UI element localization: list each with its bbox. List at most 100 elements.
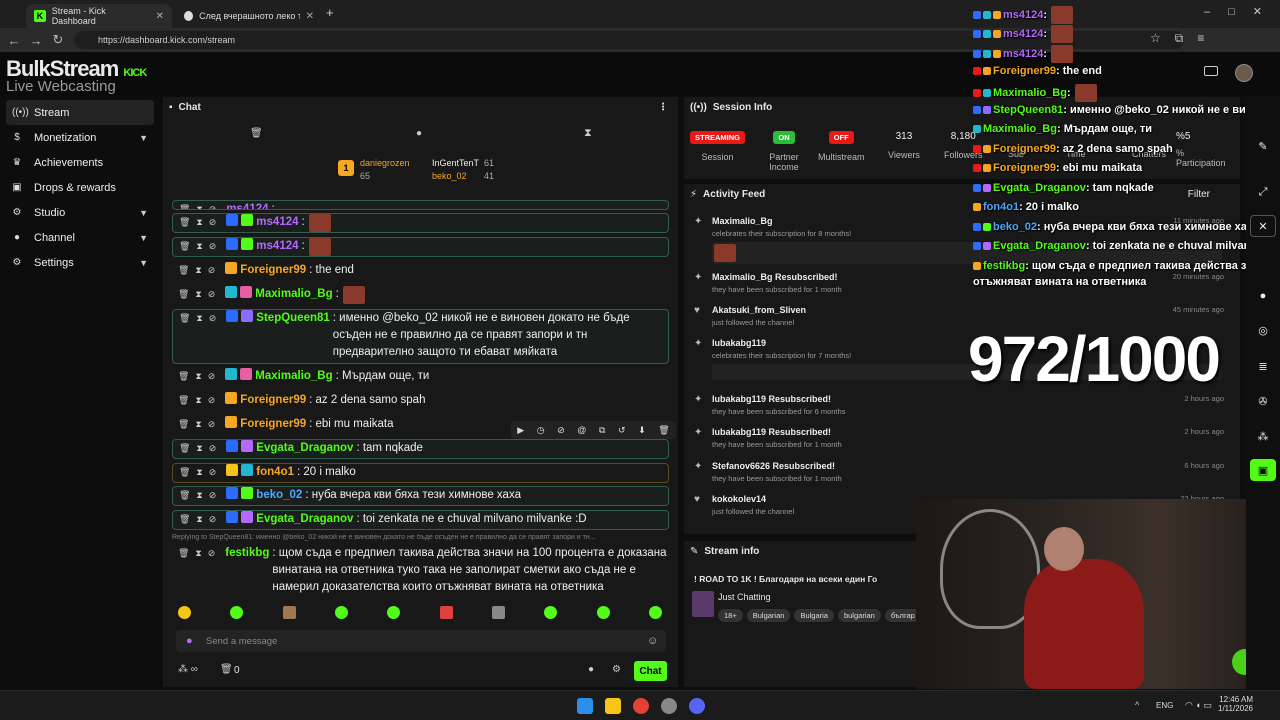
mod-actions-icon[interactable]: 🗑⧗⊘: [178, 368, 221, 385]
broadcast-icon[interactable]: ◎: [1250, 319, 1276, 341]
chat-message[interactable]: 🗑⧗⊘ ms4124:: [172, 200, 669, 210]
chat-message[interactable]: 🗑⧗⊘ StepQueen81: именно @beko_02 никой не…: [172, 309, 669, 364]
obs-icon[interactable]: [661, 698, 677, 714]
mod-actions-icon[interactable]: 🗑⧗⊘: [178, 286, 221, 303]
send-chat-button[interactable]: Chat: [634, 661, 667, 681]
mod-actions-icon[interactable]: 🗑⧗⊘: [178, 262, 221, 279]
expand-icon[interactable]: ⤢: [1250, 181, 1276, 203]
chat-username[interactable]: festikbg: [225, 545, 269, 562]
emote-icon[interactable]: [230, 606, 244, 619]
mod-actions-icon[interactable]: 🗑⧗⊘: [179, 201, 222, 209]
edit-icon[interactable]: ✎: [1250, 135, 1276, 157]
emote-icon[interactable]: [491, 606, 505, 619]
chat-message[interactable]: 🗑⧗⊘ festikbg: щом съда е предпиел такива …: [172, 545, 669, 596]
sidebar-item-stream[interactable]: ((•)) Stream: [6, 100, 154, 125]
chat-username[interactable]: Foreigner99: [240, 392, 306, 409]
discord-icon[interactable]: [689, 698, 705, 714]
mod-actions-icon[interactable]: 🗑⧗⊘: [179, 487, 222, 504]
clock-icon[interactable]: ◷: [537, 425, 545, 436]
new-tab-icon[interactable]: +: [326, 5, 334, 20]
sidebar-item-studio[interactable]: ⚙ Studio ▼: [0, 200, 160, 225]
gear-icon[interactable]: ⚙: [612, 664, 621, 675]
trash-icon[interactable]: 🗑: [220, 664, 233, 675]
close-icon[interactable]: ✕: [1250, 215, 1276, 237]
chat-username[interactable]: ms4124: [256, 214, 298, 231]
chat-bubble-icon[interactable]: ●: [416, 128, 422, 139]
mod-actions-icon[interactable]: 🗑⧗⊘: [179, 511, 222, 528]
emote-icon[interactable]: [648, 606, 662, 619]
at-icon[interactable]: @: [577, 425, 586, 435]
windows-start-icon[interactable]: [577, 698, 593, 714]
wrench-icon[interactable]: ✇: [1250, 390, 1276, 412]
emote-icon[interactable]: [439, 606, 453, 619]
mod-actions-icon[interactable]: 🗑⧗⊘: [179, 214, 222, 231]
more-icon[interactable]: ⋮: [658, 102, 668, 113]
chat-username[interactable]: Foreigner99: [240, 262, 306, 279]
back-icon[interactable]: ←: [3, 33, 25, 48]
chevron-up-icon[interactable]: ^: [1135, 700, 1139, 710]
emote-icon[interactable]: [178, 606, 191, 619]
chat-message[interactable]: 🗑⧗⊘ Foreigner99: az 2 dena samo spah: [172, 392, 669, 409]
chat-username[interactable]: Maximalio_Bg: [255, 286, 332, 303]
chat-username[interactable]: Maximalio_Bg: [255, 368, 332, 385]
reload-icon[interactable]: ↻: [47, 32, 69, 48]
chat-username[interactable]: ms4124: [226, 201, 268, 209]
chat-message[interactable]: 🗑⧗⊘ ms4124:: [172, 237, 669, 257]
sidebar-item-monetization[interactable]: $ Monetization ▼: [0, 125, 160, 150]
browser-toolbar-icons[interactable]: ☆⧉≡: [1150, 31, 1218, 46]
tab-kick-dashboard[interactable]: K Stream - Kick Dashboard ✕: [26, 4, 172, 28]
screen-icon[interactable]: [1204, 66, 1218, 76]
chat-username[interactable]: Evgata_Draganov: [256, 511, 353, 528]
mod-actions-icon[interactable]: 🗑⧗⊘: [178, 545, 221, 562]
chat-username[interactable]: beko_02: [256, 487, 302, 504]
mod-actions-icon[interactable]: 🗑⧗⊘: [179, 464, 222, 481]
mod-actions-icon[interactable]: 🗑⧗⊘: [178, 416, 221, 433]
mod-actions-icon[interactable]: 🗑⧗⊘: [179, 238, 222, 255]
undo-icon[interactable]: ↺: [618, 425, 626, 436]
trash-icon[interactable]: 🗑: [658, 425, 669, 436]
hourglass-icon[interactable]: ⧗: [584, 127, 592, 140]
stream-icon[interactable]: ▣: [1250, 459, 1276, 481]
chat-input[interactable]: Send a message: [176, 630, 666, 652]
emote-icon[interactable]: [334, 606, 348, 619]
emote-icon[interactable]: [544, 606, 558, 619]
mod-actions-icon[interactable]: 🗑⧗⊘: [179, 440, 222, 457]
mod-actions-icon[interactable]: 🗑⧗⊘: [179, 310, 222, 327]
chat-bubble-icon[interactable]: ●: [588, 664, 594, 675]
trash-icon[interactable]: 🗑: [250, 128, 263, 139]
language-indicator[interactable]: ENG: [1156, 701, 1173, 710]
chat-message[interactable]: 🗑⧗⊘ Foreigner99: the end: [172, 262, 669, 279]
close-icon[interactable]: ✕: [156, 11, 164, 22]
group-icon[interactable]: ⁂: [1250, 425, 1276, 447]
sidebar-item-settings[interactable]: ⚙ Settings ▼: [0, 250, 160, 275]
play-icon[interactable]: ▶: [517, 425, 524, 436]
close-icon[interactable]: ✕: [306, 11, 314, 22]
layers-icon[interactable]: ≣: [1250, 355, 1276, 377]
emote-icon[interactable]: [282, 606, 296, 619]
chat-bubble-icon[interactable]: ●: [1250, 285, 1276, 307]
avatar[interactable]: [1235, 64, 1253, 82]
chat-username[interactable]: StepQueen81: [256, 310, 330, 327]
emote-icon[interactable]: [596, 606, 610, 619]
filter-button[interactable]: Filter: [1188, 189, 1210, 200]
folder-icon[interactable]: [605, 698, 621, 714]
window-controls[interactable]: –□✕: [1204, 5, 1280, 18]
chat-message[interactable]: 🗑⧗⊘ Maximalio_Bg:: [172, 286, 669, 304]
chat-message[interactable]: 🗑⧗⊘ fon4o1: 20 i malko: [172, 463, 669, 483]
wifi-icon[interactable]: ◠ ◖ ▭: [1185, 700, 1212, 711]
chat-message[interactable]: 🗑⧗⊘ Evgata_Draganov: toi zenkata ne e chu…: [172, 510, 669, 530]
emote-icon[interactable]: [387, 606, 401, 619]
copy-icon[interactable]: ⧉: [599, 425, 605, 436]
chat-username[interactable]: Foreigner99: [240, 416, 306, 433]
ban-icon[interactable]: ⊘: [557, 425, 565, 436]
mic-icon[interactable]: ●: [186, 635, 193, 647]
chat-username[interactable]: Evgata_Draganov: [256, 440, 353, 457]
forward-icon[interactable]: →: [25, 33, 47, 48]
chat-message[interactable]: 🗑⧗⊘ Maximalio_Bg: Мърдам още, ти: [172, 368, 669, 385]
chrome-icon[interactable]: [633, 698, 649, 714]
chat-message[interactable]: 🗑⧗⊘ beko_02: нуба вчера кви бяха тези хим…: [172, 486, 669, 506]
chat-message[interactable]: 🗑⧗⊘ Evgata_Draganov: tam nqkade: [172, 439, 669, 459]
chat-username[interactable]: ms4124: [256, 238, 298, 255]
mod-actions-icon[interactable]: 🗑⧗⊘: [178, 392, 221, 409]
chat-message[interactable]: 🗑⧗⊘ ms4124:: [172, 213, 669, 233]
